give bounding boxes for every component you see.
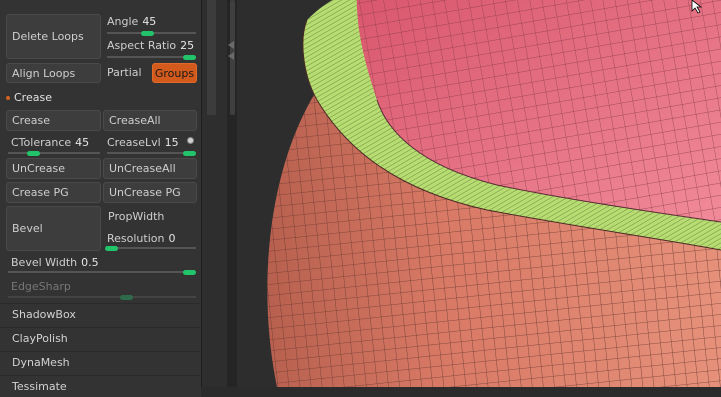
bevel-width-value: 0.5 [81, 256, 99, 269]
align-loops-button[interactable]: Align Loops [6, 63, 101, 83]
aspect-ratio-slider[interactable] [107, 54, 196, 60]
mouse-cursor-icon [691, 0, 703, 14]
resolution-value: 0 [168, 232, 176, 245]
delete-loops-button[interactable]: Delete Loops [6, 14, 101, 59]
creaselvl-label: CreaseLvl 15 [107, 136, 179, 149]
angle-label: Angle 45 [107, 15, 157, 28]
tool-panel: Delete Loops Angle 45 Aspect Ratio 25 Alig… [0, 0, 201, 397]
bevel-width-slider-knob[interactable] [183, 269, 196, 275]
creaselvl-indicator-icon [187, 137, 194, 144]
dock-strip [227, 0, 237, 387]
ctolerance-label: CTolerance 45 [11, 136, 90, 149]
ctolerance-slider[interactable] [8, 150, 100, 156]
mesh-render [267, 0, 721, 387]
uncrease-button[interactable]: UnCrease [6, 158, 101, 179]
angle-slider-knob[interactable] [141, 30, 154, 36]
uncrease-all-button[interactable]: UnCreaseAll [103, 158, 197, 179]
crease-pg-button[interactable]: Crease PG [6, 182, 101, 203]
collapse-arrow-icon-2[interactable] [228, 52, 234, 60]
crease-section-header[interactable]: Crease [6, 91, 52, 104]
creaselvl-value: 15 [164, 136, 179, 149]
crease-button[interactable]: Crease [6, 110, 101, 131]
scrollbar-thumb[interactable] [207, 0, 216, 115]
menu-shadowbox[interactable]: ShadowBox [0, 303, 201, 325]
partial-toggle[interactable]: Partial [107, 66, 142, 79]
creaselvl-slider[interactable] [107, 150, 196, 156]
uncrease-pg-button[interactable]: UnCrease PG [103, 182, 197, 203]
resolution-slider-knob[interactable] [105, 245, 118, 251]
3d-viewport[interactable] [237, 0, 721, 387]
bevel-button[interactable]: Bevel [6, 206, 101, 251]
menu-tessimate[interactable]: Tessimate [0, 375, 201, 397]
aspect-ratio-label: Aspect Ratio 25 [107, 39, 195, 52]
menu-dynamesh[interactable]: DynaMesh [0, 351, 201, 373]
panel-scrollbar[interactable] [201, 0, 228, 387]
angle-value: 45 [142, 15, 157, 28]
creaselvl-slider-knob[interactable] [183, 150, 196, 156]
edgesharp-slider-knob [120, 294, 133, 300]
section-dot-icon [6, 96, 10, 100]
groups-button[interactable]: Groups [152, 63, 197, 83]
edgesharp-slider [8, 294, 196, 300]
resolution-slider[interactable] [105, 245, 196, 251]
bevel-width-slider[interactable] [8, 269, 196, 275]
aspect-ratio-slider-knob[interactable] [183, 54, 196, 60]
propwidth-button[interactable]: PropWidth [103, 206, 197, 227]
angle-slider[interactable] [107, 30, 196, 36]
bevel-width-label: Bevel Width 0.5 [11, 256, 99, 269]
ctolerance-slider-knob[interactable] [27, 150, 40, 156]
aspect-ratio-value: 25 [180, 39, 195, 52]
resolution-label: Resolution 0 [107, 232, 176, 245]
crease-all-button[interactable]: CreaseAll [103, 110, 197, 131]
ctolerance-value: 45 [75, 136, 90, 149]
edgesharp-label: EdgeSharp [11, 280, 71, 293]
collapse-arrow-icon[interactable] [228, 41, 234, 49]
menu-claypolish[interactable]: ClayPolish [0, 327, 201, 349]
